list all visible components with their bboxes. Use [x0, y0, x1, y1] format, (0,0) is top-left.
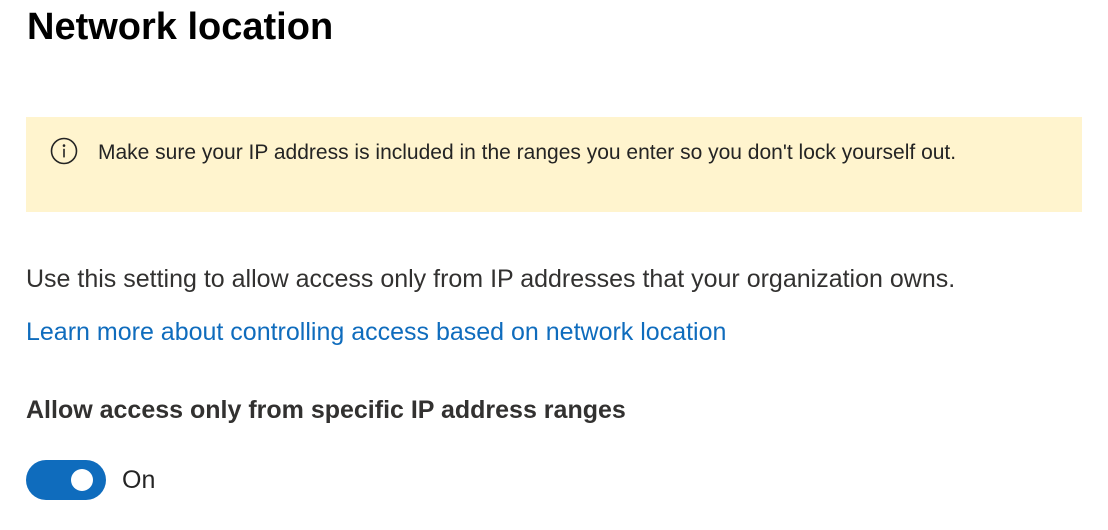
ip-restriction-label: Allow access only from specific IP addre… — [26, 396, 626, 424]
setting-description: Use this setting to allow access only fr… — [26, 265, 956, 293]
notice-text: Make sure your IP address is included in… — [98, 141, 957, 164]
info-icon — [50, 137, 78, 165]
ip-restriction-toggle-row: On — [26, 460, 155, 500]
ip-restriction-toggle[interactable] — [26, 460, 106, 500]
page-title: Network location — [27, 6, 334, 48]
network-location-page: Network location Make sure your IP addre… — [0, 0, 1108, 530]
toggle-knob — [71, 469, 93, 491]
learn-more-link[interactable]: Learn more about controlling access base… — [26, 318, 726, 347]
warning-notice: Make sure your IP address is included in… — [26, 117, 1082, 212]
toggle-state-label: On — [122, 465, 156, 494]
